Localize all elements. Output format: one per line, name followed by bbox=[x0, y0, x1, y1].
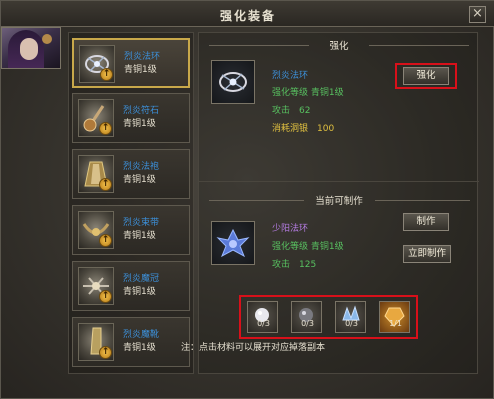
upgrade-arrow-icon: ↑ bbox=[99, 234, 112, 247]
material-slot-white-orb[interactable]: 0/3 bbox=[247, 301, 278, 333]
equipment-name: 烈炎法环 bbox=[124, 52, 161, 62]
equipment-level: 青铜1级 bbox=[123, 231, 156, 241]
craft-item-name: 少阳法环 bbox=[272, 224, 309, 234]
equipment-slot-talisman[interactable]: ↑ 烈炎符石 青铜1级 bbox=[72, 93, 190, 143]
equipment-name: 烈炎魔冠 bbox=[123, 274, 160, 284]
equipment-slot-belt[interactable]: ↑ 烈炎束带 青铜1级 bbox=[72, 205, 190, 255]
equipment-name: 烈炎法袍 bbox=[123, 162, 160, 172]
equipment-level: 青铜1级 bbox=[124, 65, 157, 75]
materials-hint: 注：点击材料可以展开对应掉落副本 bbox=[180, 343, 325, 353]
material-slot-crystal[interactable]: 0/3 bbox=[335, 301, 366, 333]
enhance-button[interactable]: 强化 bbox=[403, 67, 449, 85]
window-title: 强化装备 bbox=[219, 9, 276, 23]
equipment-list: ↑ 烈炎法环 青铜1级 ↑ 烈炎符石 青铜1级 ↑ 烈炎法袍 青铜1级 ↑ 烈炎… bbox=[68, 32, 194, 374]
enhance-attack-text: 攻击 62 bbox=[272, 106, 311, 116]
enhance-item-name: 烈炎法环 bbox=[272, 71, 309, 81]
detail-panel: 强化 烈炎法环 强化等级 青铜1级 攻击 62 消耗洞银 100 强化 当前可制… bbox=[198, 32, 479, 374]
character-portrait[interactable] bbox=[1, 27, 61, 69]
upgrade-arrow-icon: ↑ bbox=[99, 178, 112, 191]
equipment-name: 烈炎魔靴 bbox=[123, 330, 160, 340]
material-slot-dark-orb[interactable]: 0/3 bbox=[291, 301, 322, 333]
ring-icon bbox=[211, 60, 255, 104]
enhance-cost-text: 消耗洞银 100 bbox=[272, 124, 335, 134]
material-count: 0/3 bbox=[257, 319, 270, 328]
equipment-level: 青铜1级 bbox=[123, 119, 156, 129]
equipment-level: 青铜1级 bbox=[123, 287, 156, 297]
material-count: 0/3 bbox=[345, 319, 358, 328]
sunring-icon bbox=[211, 221, 255, 265]
craft-level-text: 强化等级 青铜1级 bbox=[272, 242, 344, 252]
title-bar: 强化装备 × bbox=[1, 1, 494, 27]
material-count: 0/3 bbox=[301, 319, 314, 328]
equipment-name: 烈炎束带 bbox=[123, 218, 160, 228]
material-slot-gold-token[interactable]: 1/1 bbox=[379, 301, 410, 333]
upgrade-arrow-icon: ↑ bbox=[100, 68, 113, 81]
equipment-level: 青铜1级 bbox=[123, 175, 156, 185]
upgrade-arrow-icon: ↑ bbox=[99, 122, 112, 135]
close-icon[interactable]: × bbox=[469, 6, 486, 23]
enhance-level-text: 强化等级 青铜1级 bbox=[272, 88, 344, 98]
equipment-name: 烈炎符石 bbox=[123, 106, 160, 116]
equipment-slot-robe[interactable]: ↑ 烈炎法袍 青铜1级 bbox=[72, 149, 190, 199]
instant-craft-button[interactable]: 立即制作 bbox=[403, 245, 451, 263]
craft-attack-text: 攻击 125 bbox=[272, 260, 317, 270]
craft-button[interactable]: 制作 bbox=[403, 213, 449, 231]
equipment-slot-ring[interactable]: ↑ 烈炎法环 青铜1级 bbox=[72, 38, 190, 88]
material-count: 1/1 bbox=[389, 319, 402, 328]
equipment-slot-crown[interactable]: ↑ 烈炎魔冠 青铜1级 bbox=[72, 261, 190, 311]
enhance-equipment-window: 强化装备 × ↑ 烈炎法环 青铜1级 ↑ 烈炎符石 青铜1级 ↑ 烈炎法袍 青铜… bbox=[0, 0, 494, 399]
upgrade-arrow-icon: ↑ bbox=[99, 290, 112, 303]
